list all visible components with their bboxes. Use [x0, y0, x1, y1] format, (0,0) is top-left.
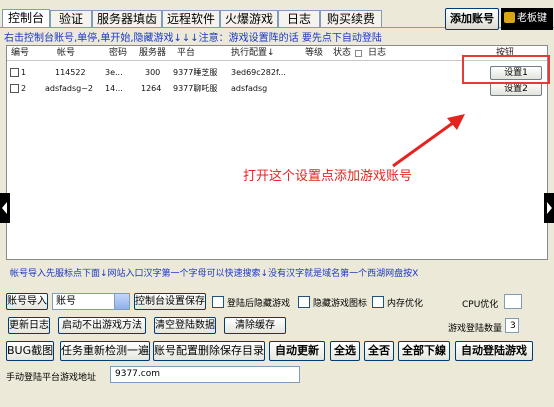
- memory-opt-checkbox[interactable]: 内存优化: [372, 296, 423, 310]
- hide-game-icon-label: 隐藏游戏图标: [313, 299, 368, 309]
- row-password: 3e...: [105, 68, 123, 77]
- boss-key-icon: [504, 12, 515, 23]
- scroll-right-icon[interactable]: [544, 193, 554, 223]
- row-checkbox[interactable]: [10, 84, 19, 93]
- select-all-button[interactable]: 全选: [330, 341, 360, 361]
- settings-button[interactable]: 设置2: [490, 82, 542, 96]
- annotation-text: 打开这个设置点添加游戏账号: [243, 169, 413, 184]
- account-grid[interactable]: 编号 帐号 密码 服务器 平台 执行配置↓ 等级 状态 日志 按钮 1 1145…: [6, 45, 550, 260]
- tab-verify[interactable]: 验证: [50, 10, 92, 28]
- tab-log[interactable]: 日志: [278, 10, 320, 28]
- row-account: 114522: [55, 68, 86, 77]
- tab-console[interactable]: 控制台: [2, 9, 50, 28]
- col-header-log[interactable]: 日志: [368, 46, 386, 60]
- scroll-left-icon[interactable]: [0, 193, 10, 223]
- checkbox-box: [372, 296, 384, 308]
- delete-saved-dir-button[interactable]: 账号配置删除保存目录: [153, 341, 265, 361]
- chevron-down-icon: [114, 294, 129, 309]
- row-checkbox[interactable]: [10, 68, 19, 77]
- account-type-value: 账号: [56, 296, 76, 307]
- cpu-opt-field[interactable]: [504, 294, 522, 309]
- col-header-config[interactable]: 执行配置↓: [231, 46, 275, 60]
- add-account-button[interactable]: 添加账号: [445, 8, 499, 30]
- account-import-button[interactable]: 账号导入: [6, 293, 48, 310]
- hide-after-login-checkbox[interactable]: 登陆后隐藏游戏: [212, 296, 290, 310]
- manual-platform-field[interactable]: 9377.com: [110, 366, 300, 383]
- clear-cache-button[interactable]: 清除缓存: [224, 317, 286, 334]
- hide-game-icon-checkbox[interactable]: 隐藏游戏图标: [298, 296, 367, 310]
- task-recheck-button[interactable]: 任务重新检测一遍: [60, 341, 150, 361]
- manual-platform-label: 手动登陆平台游戏地址: [6, 373, 97, 383]
- deselect-all-button[interactable]: 全否: [364, 341, 394, 361]
- row-no: 1: [21, 68, 27, 77]
- row-platform: 9377聊吒服: [173, 84, 218, 93]
- hide-after-login-label: 登陆后隐藏游戏: [227, 299, 291, 309]
- checkbox-box: [298, 296, 310, 308]
- top-hint: 右击控制台账号,单停,单开始,隐藏游戏↓↓↓注意：游戏设置阵的话 要先点下自动登…: [4, 33, 382, 44]
- tab-purchase[interactable]: 购买续费: [320, 10, 382, 28]
- auto-update-button[interactable]: 自动更新: [269, 341, 325, 361]
- cpu-opt-label: CPU优化: [462, 300, 499, 310]
- row-platform: 9377睡芝服: [173, 68, 218, 77]
- checkbox-box: [212, 296, 224, 308]
- row-account: adsfadsg~2: [45, 84, 93, 93]
- tab-hot-games[interactable]: 火爆游戏: [220, 10, 278, 28]
- col-header-server[interactable]: 服务器: [139, 46, 166, 60]
- all-download-button[interactable]: 全部下線: [398, 341, 450, 361]
- row-config: 3ed69c282f...: [231, 68, 286, 77]
- update-log-button[interactable]: 更新日志: [8, 317, 50, 334]
- col-header-account[interactable]: 帐号: [57, 46, 75, 60]
- auto-login-button[interactable]: 自动登陆游戏: [455, 341, 533, 361]
- tab-remote[interactable]: 远程软件: [162, 10, 220, 28]
- row-server: 300: [145, 68, 161, 77]
- col-header-platform[interactable]: 平台: [177, 46, 195, 60]
- account-type-select[interactable]: 账号: [52, 293, 130, 310]
- console-save-button[interactable]: 控制台设置保存: [134, 293, 206, 310]
- startup-failure-button[interactable]: 启动不出游戏方法: [58, 317, 146, 334]
- bottom-hint: 帐号导入先服标点下面↓网站入口汉字第一个字母可以快速搜索↓没有汉字就是域名第一个…: [10, 269, 419, 279]
- login-count-field[interactable]: 3: [505, 318, 519, 333]
- log-checkbox-icon: [355, 50, 362, 57]
- boss-key-button[interactable]: 老板键: [501, 8, 553, 30]
- row-no: 2: [21, 84, 27, 93]
- col-header-no[interactable]: 编号: [11, 46, 29, 60]
- boss-key-label: 老板键: [517, 13, 547, 24]
- highlight-box: [462, 55, 550, 84]
- row-server: 1264: [141, 84, 162, 93]
- col-header-password[interactable]: 密码: [109, 46, 127, 60]
- col-header-level[interactable]: 等级: [305, 46, 323, 60]
- row-config: adsfadsg: [231, 84, 268, 93]
- bug-screenshot-button[interactable]: BUG截图: [6, 341, 54, 361]
- row-password: 14...: [105, 84, 123, 93]
- arrow-icon: [392, 114, 465, 168]
- clear-login-data-button[interactable]: 清空登陆数据: [154, 317, 216, 334]
- tab-server[interactable]: 服务器填齿: [92, 10, 162, 28]
- memory-opt-label: 内存优化: [387, 299, 424, 309]
- col-header-status[interactable]: 状态: [333, 46, 351, 60]
- login-count-label: 游戏登陆数量: [448, 324, 503, 334]
